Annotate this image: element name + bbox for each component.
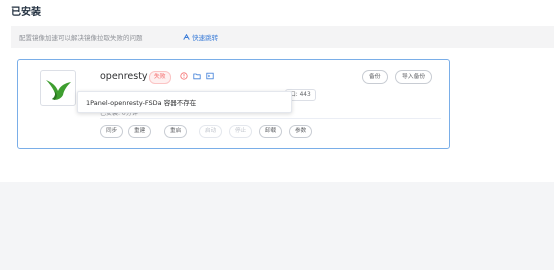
- app-logo-icon: [46, 80, 71, 100]
- mirror-notice: 配置镜像加速可以解决镜像拉取失败的问题 快速跳转: [11, 26, 554, 48]
- quick-jump-link[interactable]: 快速跳转: [183, 32, 218, 42]
- info-circle-icon[interactable]: [180, 72, 188, 80]
- terminal-icon[interactable]: [206, 72, 214, 80]
- backup-button[interactable]: 备份: [362, 70, 388, 84]
- quick-jump-label: 快速跳转: [192, 34, 219, 42]
- folder-icon[interactable]: [193, 72, 201, 80]
- sync-button[interactable]: 同步: [100, 125, 124, 138]
- app-card: openresty 失败 备份 导入备份 口: 443 已安装: 0分钟 1Pa…: [17, 59, 450, 149]
- divider: [100, 118, 441, 119]
- params-button[interactable]: 参数: [289, 125, 313, 138]
- app-logo: [40, 70, 76, 106]
- start-button[interactable]: 启动: [199, 125, 223, 138]
- app-name: openresty: [100, 71, 148, 82]
- tooltip-text: 1Panel-openresty-FSDa 容器不存在: [86, 99, 197, 107]
- import-backup-button[interactable]: 导入备份: [395, 70, 433, 84]
- rebuild-button[interactable]: 重建: [128, 125, 152, 138]
- notice-text: 配置镜像加速可以解决镜像拉取失败的问题: [19, 34, 143, 42]
- installed-panel: 已安装 配置镜像加速可以解决镜像拉取失败的问题 快速跳转 openresty 失…: [0, 0, 554, 182]
- uninstall-button[interactable]: 卸载: [259, 125, 283, 138]
- stop-button[interactable]: 停止: [229, 125, 253, 138]
- restart-button[interactable]: 重启: [164, 125, 188, 138]
- error-tooltip: 1Panel-openresty-FSDa 容器不存在: [77, 91, 292, 113]
- link-icon: [183, 33, 190, 40]
- status-badge: 失败: [149, 71, 171, 84]
- page-title: 已安装: [11, 7, 41, 18]
